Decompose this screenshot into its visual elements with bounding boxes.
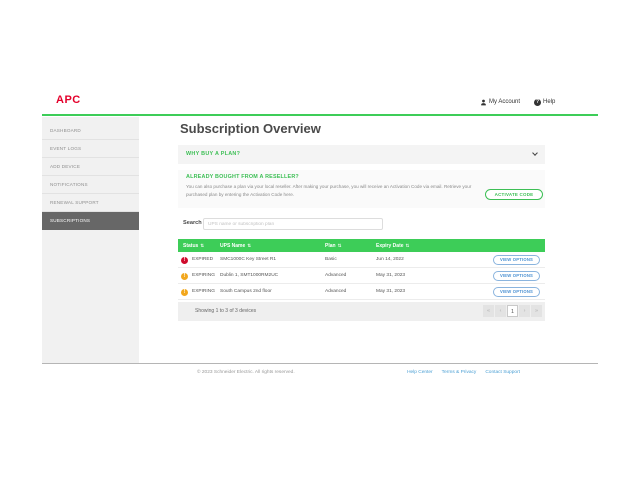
first-page-button[interactable]: « bbox=[483, 305, 494, 317]
sidebar-item-dashboard[interactable]: DASHBOARD bbox=[42, 122, 139, 140]
exclamation-circle-icon: ! bbox=[181, 289, 188, 296]
table-row: ! EXPIRING Dublin 1, SMT1000RM2UC Advanc… bbox=[178, 268, 545, 284]
header-divider bbox=[42, 114, 598, 116]
help-icon: ? bbox=[534, 99, 541, 106]
next-page-button[interactable]: › bbox=[519, 305, 530, 317]
table-row: ! EXPIRING South Campus 2nd floor Advanc… bbox=[178, 284, 545, 300]
sidebar: DASHBOARD EVENT LOGS ADD DEVICE NOTIFICA… bbox=[42, 117, 139, 363]
column-header-status[interactable]: Status⇅ bbox=[183, 239, 204, 252]
person-icon bbox=[480, 99, 487, 106]
help-label: Help bbox=[543, 99, 555, 105]
my-account-label: My Account bbox=[489, 99, 520, 105]
ups-name: SMC1000C Key Street R1 bbox=[220, 252, 276, 267]
column-header-expiry-date[interactable]: Expiry Date⇅ bbox=[376, 239, 409, 252]
sidebar-item-add-device[interactable]: ADD DEVICE bbox=[42, 158, 139, 176]
search-input[interactable] bbox=[203, 218, 383, 230]
table-row: ! EXPIRED SMC1000C Key Street R1 Basic J… bbox=[178, 252, 545, 268]
search-row: Search bbox=[178, 217, 545, 231]
pager: « ‹ 1 › » bbox=[483, 305, 542, 317]
sidebar-item-renewal-support[interactable]: RENEWAL SUPPORT bbox=[42, 194, 139, 212]
help-center-link[interactable]: Help Center bbox=[407, 370, 433, 375]
last-page-button[interactable]: » bbox=[531, 305, 542, 317]
exclamation-circle-icon: ! bbox=[181, 273, 188, 280]
accordion-label: WHY BUY A PLAN? bbox=[186, 151, 240, 157]
activate-code-button[interactable]: ACTIVATE CODE bbox=[485, 189, 543, 200]
results-summary: Showing 1 to 3 of 3 devices bbox=[195, 308, 256, 314]
table-header: Status⇅ UPS Name⇅ Plan⇅ Expiry Date⇅ bbox=[178, 239, 545, 252]
sort-arrows-icon: ⇅ bbox=[200, 243, 204, 249]
ups-name: Dublin 1, SMT1000RM2UC bbox=[220, 268, 278, 283]
plan-value: Basic bbox=[325, 252, 337, 267]
sidebar-item-event-logs[interactable]: EVENT LOGS bbox=[42, 140, 139, 158]
column-header-ups-name[interactable]: UPS Name⇅ bbox=[220, 239, 251, 252]
expiry-date-value: May 31, 2023 bbox=[376, 284, 405, 299]
reseller-body-text: You can also purchase a plan via your lo… bbox=[186, 183, 486, 198]
footer-links: Help Center Terms & Privacy Contact Supp… bbox=[407, 370, 520, 375]
exclamation-circle-icon: ! bbox=[181, 257, 188, 264]
chevron-down-icon bbox=[532, 150, 538, 156]
sidebar-item-notifications[interactable]: NOTIFICATIONS bbox=[42, 176, 139, 194]
plan-value: Advanced bbox=[325, 268, 346, 283]
search-label: Search bbox=[183, 220, 202, 226]
view-options-button[interactable]: VIEW OPTIONS bbox=[493, 255, 540, 265]
header-actions: My Account ? Help bbox=[480, 97, 590, 107]
help-button[interactable]: ? Help bbox=[534, 99, 555, 106]
sidebar-item-subscriptions[interactable]: SUBSCRIPTIONS bbox=[42, 212, 139, 230]
subscription-overview-page: APC My Account ? Help DASHBOARD EVENT LO… bbox=[0, 0, 640, 480]
previous-page-button[interactable]: ‹ bbox=[495, 305, 506, 317]
plan-value: Advanced bbox=[325, 284, 346, 299]
status-badge: EXPIRED bbox=[192, 252, 213, 267]
terms-privacy-link[interactable]: Terms & Privacy bbox=[442, 370, 477, 375]
page-number-button[interactable]: 1 bbox=[507, 305, 518, 317]
sort-arrows-icon: ⇅ bbox=[406, 243, 410, 249]
view-options-button[interactable]: VIEW OPTIONS bbox=[493, 271, 540, 281]
apc-logo[interactable]: APC bbox=[56, 94, 81, 106]
pagination-bar: Showing 1 to 3 of 3 devices « ‹ 1 › » bbox=[178, 302, 545, 321]
ups-name: South Campus 2nd floor bbox=[220, 284, 272, 299]
status-badge: EXPIRING bbox=[192, 284, 215, 299]
reseller-heading: ALREADY BOUGHT FROM A RESELLER? bbox=[186, 174, 299, 180]
why-buy-a-plan-accordion[interactable]: WHY BUY A PLAN? bbox=[178, 145, 545, 164]
status-badge: EXPIRING bbox=[192, 268, 215, 283]
footer-divider bbox=[42, 363, 598, 364]
reseller-section: ALREADY BOUGHT FROM A RESELLER? You can … bbox=[178, 170, 545, 208]
contact-support-link[interactable]: Contact Support bbox=[485, 370, 520, 375]
sort-arrows-icon: ⇅ bbox=[247, 243, 251, 249]
view-options-button[interactable]: VIEW OPTIONS bbox=[493, 287, 540, 297]
my-account-button[interactable]: My Account bbox=[480, 99, 520, 106]
sort-arrows-icon: ⇅ bbox=[338, 243, 342, 249]
expiry-date-value: May 31, 2023 bbox=[376, 268, 405, 283]
expiry-date-value: Jun 14, 2022 bbox=[376, 252, 404, 267]
column-header-plan[interactable]: Plan⇅ bbox=[325, 239, 341, 252]
page-title: Subscription Overview bbox=[180, 121, 321, 136]
copyright-text: © 2023 Schneider Electric. All rights re… bbox=[197, 370, 295, 375]
